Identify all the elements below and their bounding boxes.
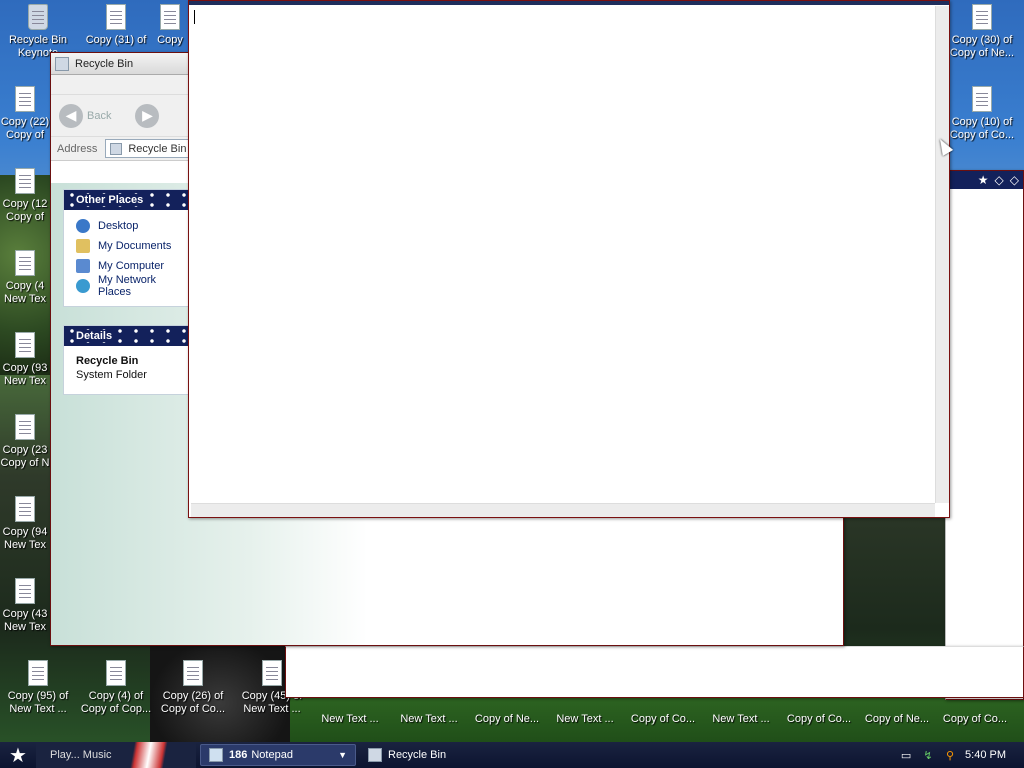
- desktop-icon-file[interactable]: Copy (31) of: [78, 4, 154, 47]
- background-window[interactable]: ★ ◇ ◇: [945, 170, 1024, 700]
- details-panel: Details Recycle Bin System Folder: [63, 325, 193, 395]
- desktop-icon-label[interactable]: Copy of Ne...: [468, 713, 546, 725]
- notepad-titlebar[interactable]: [189, 1, 949, 5]
- chevron-down-icon: ▼: [338, 750, 347, 760]
- details-kind: System Folder: [76, 369, 147, 381]
- restore-icon[interactable]: ◇: [995, 173, 1004, 187]
- notepad-icon: [209, 748, 223, 762]
- keyboard-icon[interactable]: ▭: [899, 749, 913, 762]
- other-places-header[interactable]: Other Places: [64, 190, 192, 210]
- desktop-icon-file[interactable]: Copy (93 New Tex: [0, 332, 50, 388]
- text-file-icon: [15, 86, 35, 112]
- desktop-icon-label[interactable]: New Text ...: [310, 713, 390, 725]
- text-file-icon: [15, 250, 35, 276]
- text-file-icon: [262, 660, 282, 686]
- details-name: Recycle Bin: [76, 355, 139, 367]
- link-my-network-places[interactable]: My Network Places: [64, 274, 192, 298]
- text-caret: [194, 10, 195, 24]
- text-file-icon: [160, 4, 180, 30]
- text-file-icon: [106, 4, 126, 30]
- link-my-computer[interactable]: My Computer: [64, 256, 192, 276]
- desktop-icon: [76, 219, 90, 233]
- text-file-icon: [15, 414, 35, 440]
- text-file-icon: [183, 660, 203, 686]
- link-my-documents[interactable]: My Documents: [64, 236, 192, 256]
- horizontal-scrollbar[interactable]: [191, 503, 935, 517]
- back-button[interactable]: ◀: [59, 103, 83, 128]
- recycle-bin-icon: [55, 56, 69, 71]
- desktop-icon-file[interactable]: Copy (4 New Tex: [0, 250, 50, 306]
- background-window-titlebar[interactable]: ★ ◇ ◇: [946, 171, 1023, 189]
- forward-button[interactable]: ▶: [135, 103, 160, 128]
- notepad-window[interactable]: [188, 0, 950, 518]
- quick-launch[interactable]: Play... Music: [36, 742, 196, 768]
- network-places-icon: [76, 279, 90, 293]
- desktop-icon-file[interactable]: Copy (10) of Copy of Co...: [940, 86, 1024, 142]
- back-label[interactable]: Back: [87, 110, 111, 122]
- my-documents-icon: [76, 239, 90, 253]
- system-tray: ▭ ↯ ⚲ 5:40 PM: [874, 742, 1024, 768]
- start-button[interactable]: ★: [0, 742, 36, 768]
- star-icon: ★: [977, 173, 989, 187]
- desktop-icon-file[interactable]: Copy (22) Copy of: [0, 86, 50, 142]
- notepad-text-area[interactable]: [191, 6, 935, 503]
- desktop-icon-label[interactable]: Copy of Co...: [624, 713, 702, 725]
- text-file-icon: [28, 660, 48, 686]
- desktop-icon-label[interactable]: Copy of Co...: [936, 713, 1014, 725]
- vertical-scrollbar[interactable]: [935, 6, 949, 503]
- address-label: Address: [57, 142, 98, 155]
- address-value: Recycle Bin: [128, 142, 187, 155]
- text-file-icon: [15, 168, 35, 194]
- desktop-icon-file[interactable]: Copy (95) of New Text ...: [0, 660, 76, 716]
- recycle-bin-icon: [28, 4, 48, 30]
- details-header[interactable]: Details: [64, 326, 192, 346]
- star-icon: ★: [9, 744, 27, 767]
- desktop-icon-file[interactable]: Copy (43 New Tex: [0, 578, 50, 634]
- link-desktop[interactable]: Desktop: [64, 216, 192, 236]
- taskbar-button-recycle-bin[interactable]: Recycle Bin: [360, 744, 454, 766]
- desktop-icon-file[interactable]: Copy (4) of Copy of Cop...: [78, 660, 154, 716]
- text-file-icon: [15, 332, 35, 358]
- desktop-icon-file[interactable]: Copy (23 Copy of N: [0, 414, 50, 470]
- desktop-icon-label[interactable]: New Text ...: [390, 713, 468, 725]
- other-places-panel: Other Places Desktop My Documents My Com…: [63, 189, 193, 307]
- search-icon[interactable]: ⚲: [943, 749, 957, 762]
- desktop-icon-file[interactable]: Copy (94 New Tex: [0, 496, 50, 552]
- text-file-icon: [15, 496, 35, 522]
- desktop-icon-label[interactable]: New Text ...: [702, 713, 780, 725]
- network-icon[interactable]: ↯: [921, 749, 935, 762]
- desktop-icon-file[interactable]: Copy (26) of Copy of Co...: [155, 660, 231, 716]
- close-icon[interactable]: ◇: [1010, 173, 1019, 187]
- taskbar: ★ Play... Music 186 Notepad ▼ Recycle Bi…: [0, 742, 1024, 768]
- recycle-bin-icon: [110, 142, 123, 155]
- clock[interactable]: 5:40 PM: [965, 749, 1006, 761]
- desktop-icon-file[interactable]: Copy (30) of Copy of Ne...: [940, 4, 1024, 60]
- text-file-icon: [15, 578, 35, 604]
- my-computer-icon: [76, 259, 90, 273]
- desktop-bottom-labels: New Text ... New Text ... Copy of Ne... …: [310, 713, 1024, 725]
- desktop-icon-label[interactable]: Copy of Co...: [780, 713, 858, 725]
- desktop-icon-label[interactable]: New Text ...: [546, 713, 624, 725]
- desktop-icon-file[interactable]: Copy: [150, 4, 190, 47]
- recycle-bin-icon: [368, 748, 382, 762]
- desktop-icon-label[interactable]: Copy of Ne...: [858, 713, 936, 725]
- text-file-icon: [106, 660, 126, 686]
- text-file-icon: [972, 86, 992, 112]
- lower-background-window[interactable]: [285, 646, 1024, 698]
- window-title: Recycle Bin: [75, 57, 134, 70]
- text-file-icon: [972, 4, 992, 30]
- desktop-icon-file[interactable]: Copy (12 Copy of: [0, 168, 50, 224]
- taskbar-button-notepad[interactable]: 186 Notepad ▼: [200, 744, 356, 766]
